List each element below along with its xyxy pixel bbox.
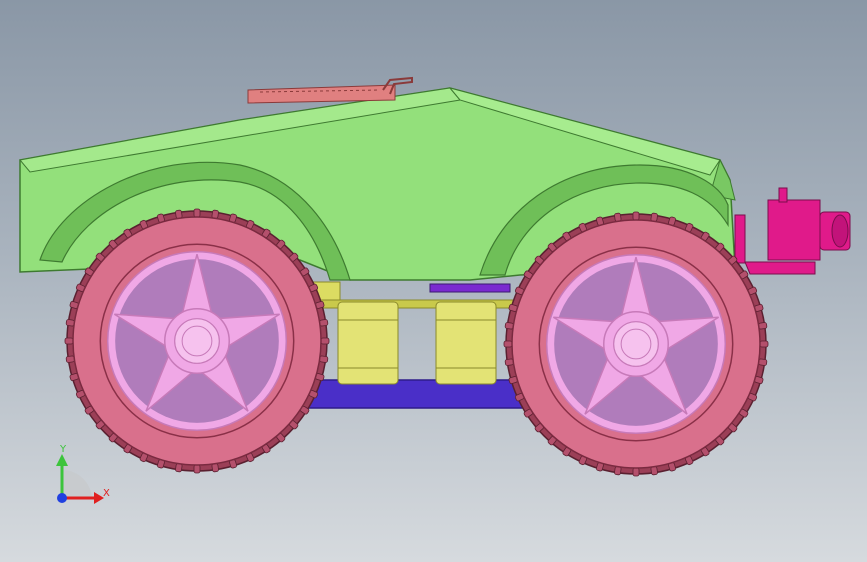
- cad-viewport[interactable]: Y X: [0, 0, 867, 562]
- tread-lug: [632, 211, 640, 221]
- triad-x-label: X: [103, 488, 110, 499]
- tread-lug: [193, 208, 201, 218]
- front-sensor[interactable]: [734, 187, 851, 275]
- motor-left[interactable]: [337, 301, 399, 385]
- triad-z-axis: [57, 493, 67, 503]
- wheel-right[interactable]: [503, 211, 769, 477]
- tread-lug: [320, 337, 330, 345]
- chassis-bar: [429, 283, 511, 293]
- tread-lug: [632, 467, 640, 477]
- tread-lug: [64, 337, 74, 345]
- triad-y-label: Y: [59, 444, 67, 455]
- model-view[interactable]: Y X: [0, 0, 867, 562]
- circuit-board[interactable]: [247, 76, 413, 104]
- y-arrow-icon: [56, 454, 68, 466]
- triad-arc: [62, 469, 92, 498]
- hub-cap: [174, 318, 220, 364]
- tread-lug: [759, 340, 769, 348]
- coordinate-triad: Y X: [56, 444, 110, 504]
- motor-right[interactable]: [435, 301, 497, 385]
- tread-lug: [193, 464, 201, 474]
- tread-lug: [503, 340, 513, 348]
- wheel-left[interactable]: [64, 208, 330, 474]
- hub-cap: [613, 321, 659, 367]
